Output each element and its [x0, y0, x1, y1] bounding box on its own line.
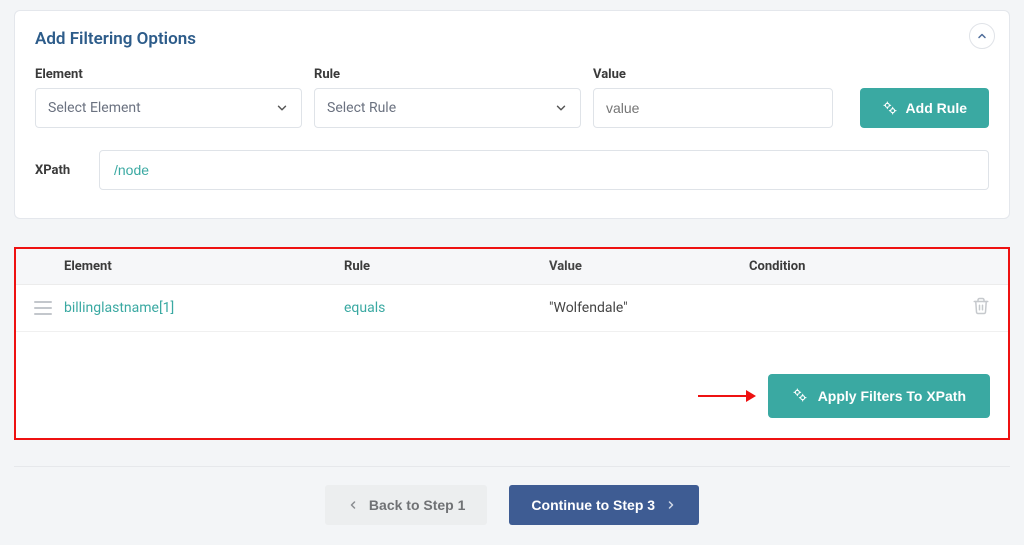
xpath-row: XPath — [35, 150, 989, 190]
row-rule-link[interactable]: equals — [344, 300, 549, 316]
value-label: Value — [593, 67, 833, 82]
back-label: Back to Step 1 — [369, 497, 465, 513]
drag-handle-icon[interactable] — [34, 301, 52, 315]
filter-form-row: Element Select Element Rule Select Rule — [35, 67, 989, 128]
back-button[interactable]: Back to Step 1 — [325, 485, 487, 525]
gears-icon — [792, 387, 808, 406]
wizard-nav: Back to Step 1 Continue to Step 3 — [14, 466, 1010, 525]
chevron-down-icon — [275, 101, 289, 115]
xpath-input[interactable] — [99, 150, 989, 190]
col-header-condition: Condition — [749, 259, 960, 274]
chevron-right-icon — [665, 499, 677, 511]
value-input[interactable] — [593, 88, 833, 128]
filters-table-section: Element Rule Value Condition billinglast… — [14, 247, 1010, 440]
row-element-link[interactable]: billinglastname[1] — [64, 300, 344, 316]
add-rule-label: Add Rule — [906, 100, 967, 116]
xpath-label: XPath — [35, 163, 81, 178]
rule-select[interactable]: Select Rule — [314, 88, 581, 128]
table-header-row: Element Rule Value Condition — [16, 249, 1008, 285]
table-row: billinglastname[1] equals "Wolfendale" — [16, 285, 1008, 332]
arrow-annotation — [698, 395, 754, 397]
element-select[interactable]: Select Element — [35, 88, 302, 128]
col-header-rule: Rule — [344, 259, 549, 274]
apply-filters-label: Apply Filters To XPath — [818, 388, 966, 404]
col-header-value: Value — [549, 259, 749, 274]
element-select-placeholder: Select Element — [48, 100, 141, 116]
collapse-button[interactable] — [969, 23, 995, 49]
row-value: "Wolfendale" — [549, 300, 749, 316]
chevron-down-icon — [554, 101, 568, 115]
panel-title: Add Filtering Options — [35, 29, 989, 49]
apply-filters-button[interactable]: Apply Filters To XPath — [768, 374, 990, 418]
rule-label: Rule — [314, 67, 581, 82]
add-filtering-panel: Add Filtering Options Element Select Ele… — [14, 10, 1010, 219]
col-header-element: Element — [64, 259, 344, 274]
add-rule-button[interactable]: Add Rule — [860, 88, 989, 128]
chevron-left-icon — [347, 499, 359, 511]
rule-select-placeholder: Select Rule — [327, 100, 396, 116]
chevron-up-icon — [976, 30, 988, 42]
element-label: Element — [35, 67, 302, 82]
gears-icon — [882, 100, 898, 116]
continue-button[interactable]: Continue to Step 3 — [509, 485, 699, 525]
trash-icon[interactable] — [972, 297, 990, 319]
continue-label: Continue to Step 3 — [531, 497, 655, 513]
